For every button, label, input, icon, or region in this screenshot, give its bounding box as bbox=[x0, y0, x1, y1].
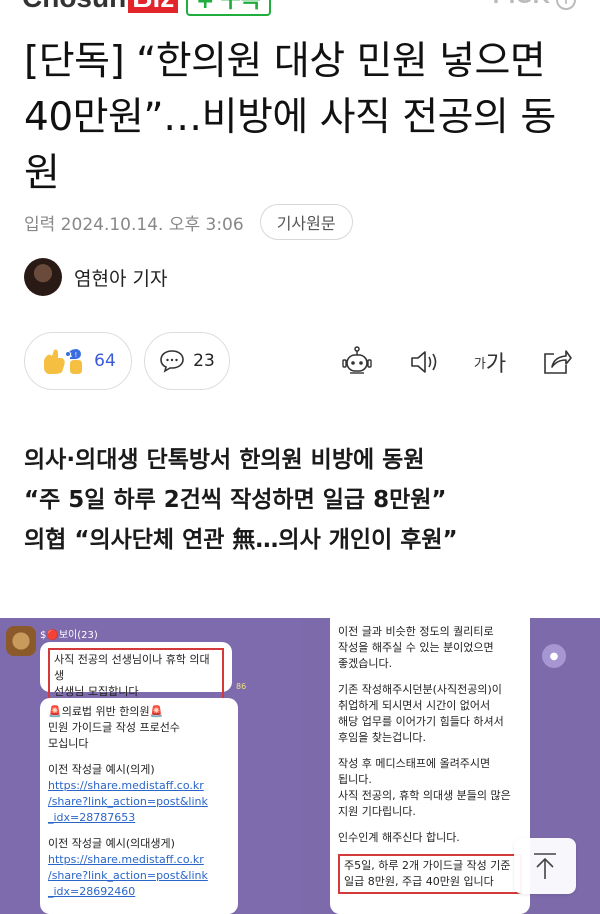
chat-bubble: 이전 글과 비슷한 정도의 퀄리티로 작성을 해주실 수 있는 분이었으면 좋겠… bbox=[330, 618, 530, 914]
chat-line: 인수인계 해주신다 합니다. bbox=[338, 831, 460, 844]
original-article-button[interactable]: 기사원문 bbox=[259, 204, 353, 240]
chat-link: /share?link_action=post&link bbox=[48, 795, 208, 808]
chat-line: 좋겠습니다. bbox=[338, 657, 393, 670]
font-size-small-label: 가 bbox=[473, 356, 486, 372]
chat-bubble: 사직 전공의 선생님이나 휴학 의대생 선생님 모집합니다 bbox=[40, 642, 232, 704]
publish-date: 입력 2024.10.14. 오후 3:06 bbox=[24, 214, 244, 235]
subhead-line: 의협 “의사단체 연관 無…의사 개인이 후원” bbox=[24, 527, 458, 553]
pick-label: PICK bbox=[493, 0, 550, 10]
follow-button[interactable]: + 구독 bbox=[186, 0, 271, 16]
summary-bot-button[interactable] bbox=[340, 346, 374, 378]
chat-line: 🚨의료법 위반 한의원🚨 bbox=[48, 705, 164, 718]
highlight-box: 사직 전공의 선생님이나 휴학 의대생 선생님 모집합니다 bbox=[48, 648, 224, 704]
subhead-line: “주 5일 하루 2건씩 작성하면 일급 8만원” bbox=[24, 487, 447, 513]
chat-link: https://share.medistaff.co.kr bbox=[48, 779, 204, 792]
more-dots-icon: ● bbox=[542, 644, 566, 668]
svg-text:!: ! bbox=[75, 351, 78, 359]
robot-summary-icon bbox=[342, 346, 372, 374]
chat-line: 기존 작성해주시던분(사직전공의)이 bbox=[338, 683, 502, 696]
chat-line: 민원 가이드글 작성 프로선수 bbox=[48, 721, 180, 734]
chat-line: 해당 업무를 이어가기 힘들다 하셔서 bbox=[338, 715, 504, 728]
article-title: [단독] “한의원 대상 민원 넣으면 40만원”…비방에 사직 전공의 동원 bbox=[24, 39, 556, 196]
arrow-up-icon bbox=[534, 853, 556, 879]
chat-line: 모십니다 bbox=[48, 737, 89, 750]
clap-thumbs-icon: ! bbox=[44, 349, 83, 374]
logo-text: Chosun bbox=[22, 0, 126, 13]
reporter-info[interactable]: 염현아 기자 bbox=[24, 258, 167, 296]
article-action-bar: ! 64 23 가가 bbox=[24, 332, 576, 390]
chat-profile-image bbox=[6, 626, 36, 656]
article-photo[interactable]: $🔴보이(23) 사직 전공의 선생님이나 휴학 의대생 선생님 모집합니다 8… bbox=[0, 618, 600, 914]
chat-line: 됩니다. bbox=[338, 773, 372, 786]
reporter-avatar[interactable] bbox=[24, 258, 62, 296]
tts-button[interactable] bbox=[408, 346, 442, 378]
top-bar: ChosunBiz + 구독 PICK i bbox=[0, 0, 600, 18]
font-size-large-label: 가 bbox=[485, 352, 507, 377]
font-size-button[interactable]: 가가 bbox=[470, 346, 510, 378]
highlight-box: 주5일, 하루 2개 가이드글 작성 기준 일급 8만원, 주급 40만원 입니… bbox=[338, 854, 522, 894]
chat-line: 작성 후 메디스태프에 올려주시면 bbox=[338, 757, 491, 770]
chat-line: 이전 작성글 예시(의대생게) bbox=[48, 837, 175, 850]
comment-bubble-icon bbox=[160, 350, 184, 373]
chat-bubble: 🚨의료법 위반 한의원🚨 민원 가이드글 작성 프로선수 모십니다 이전 작성글… bbox=[40, 698, 238, 914]
chat-line: 후임을 찾는겁니다. bbox=[338, 731, 426, 744]
chat-line: 취업하게 되시면서 시간이 없어서 bbox=[338, 699, 491, 712]
chat-link: _idx=28692460 bbox=[48, 885, 136, 898]
article-subheadings: 의사·의대생 단톡방서 한의원 비방에 동원 “주 5일 하루 2건씩 작성하면… bbox=[24, 440, 584, 560]
chat-line: 사직 전공의, 휴학 의대생 분들의 많은 bbox=[338, 789, 511, 802]
comment-count: 23 bbox=[193, 351, 215, 371]
speaker-icon bbox=[411, 351, 437, 373]
reporter-name[interactable]: 염현아 기자 bbox=[74, 264, 167, 291]
reaction-count: 64 bbox=[94, 351, 116, 371]
info-circle-icon[interactable]: i bbox=[556, 0, 576, 10]
logo-biz-text: Biz bbox=[128, 0, 179, 13]
chat-line: 주5일, 하루 2개 가이드글 작성 기준 bbox=[344, 859, 511, 872]
chat-line: 사직 전공의 선생님이나 휴학 의대생 bbox=[54, 653, 210, 682]
comment-button[interactable]: 23 bbox=[144, 332, 230, 390]
chat-screenshot-left: $🔴보이(23) 사직 전공의 선생님이나 휴학 의대생 선생님 모집합니다 8… bbox=[0, 618, 300, 914]
chat-line: 작성을 해주실 수 있는 분이었으면 bbox=[338, 641, 494, 654]
chat-sender-name: $🔴보이(23) bbox=[40, 630, 98, 641]
chat-link: https://share.medistaff.co.kr bbox=[48, 853, 204, 866]
share-icon bbox=[544, 350, 572, 374]
chat-line: 지원 기다립니다. bbox=[338, 805, 416, 818]
chat-line: 일급 8만원, 주급 40만원 입니다 bbox=[344, 875, 494, 888]
scroll-to-top-button[interactable] bbox=[514, 838, 576, 894]
share-button[interactable] bbox=[540, 346, 574, 378]
chat-line: 이전 글과 비슷한 정도의 퀄리티로 bbox=[338, 625, 494, 638]
subhead-line: 의사·의대생 단톡방서 한의원 비방에 동원 bbox=[24, 447, 425, 473]
chat-link: /share?link_action=post&link bbox=[48, 869, 208, 882]
chat-link: _idx=28787653 bbox=[48, 811, 136, 824]
reaction-button[interactable]: ! 64 bbox=[24, 332, 132, 390]
pick-button[interactable]: PICK i bbox=[493, 0, 576, 10]
chat-line: 이전 작성글 예시(의게) bbox=[48, 763, 155, 776]
article-meta: 입력 2024.10.14. 오후 3:06 기사원문 bbox=[24, 204, 353, 240]
plus-icon: + bbox=[196, 0, 215, 14]
follow-label: 구독 bbox=[220, 0, 261, 13]
chosunbiz-logo[interactable]: ChosunBiz bbox=[22, 0, 179, 14]
chat-timestamp: 86 bbox=[236, 682, 247, 691]
